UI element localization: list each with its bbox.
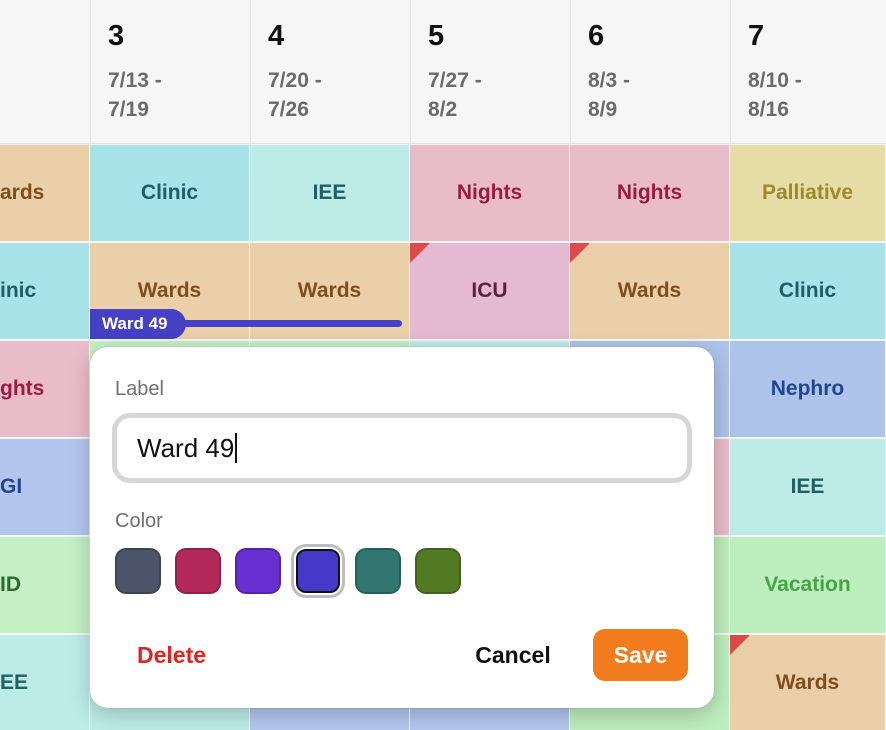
- week-column-header: 6 8/3 - 8/9: [570, 0, 730, 144]
- conflict-flag-icon: [410, 243, 430, 263]
- week-header-row: 3 7/13 - 7/19 4 7/20 - 7/26 5 7/27 - 8/2 6 8/3 …: [0, 0, 886, 144]
- span-bar[interactable]: [180, 320, 402, 327]
- schedule-cell[interactable]: Vacation: [730, 537, 886, 634]
- week-number: 4: [268, 20, 285, 52]
- cell-label: Wards: [775, 671, 840, 694]
- schedule-cell[interactable]: ICU: [410, 243, 570, 340]
- schedule-cell[interactable]: IEE: [730, 439, 886, 536]
- swatch-fill: [296, 549, 340, 593]
- cell-label: EE: [0, 671, 29, 694]
- color-swatch-selected[interactable]: [291, 544, 345, 598]
- conflict-flag-icon: [570, 243, 590, 263]
- cell-label: Palliative: [761, 181, 854, 204]
- week-column-header: 5 7/27 - 8/2: [410, 0, 570, 144]
- week-number: 7: [748, 20, 765, 52]
- conflict-flag-icon: [730, 635, 750, 655]
- schedule-cell[interactable]: IEE: [250, 145, 410, 242]
- cell-label: ghts: [0, 377, 45, 400]
- week-date-range: 7/13 - 7/19: [108, 69, 162, 121]
- schedule-cell[interactable]: GI: [0, 439, 90, 536]
- cell-label: Wards: [297, 279, 362, 302]
- cell-label: Nights: [456, 181, 523, 204]
- week-number: 5: [428, 20, 445, 52]
- color-field-title: Color: [115, 510, 163, 532]
- cell-label: inic: [0, 279, 37, 302]
- schedule-cell[interactable]: Palliative: [730, 145, 886, 242]
- save-button[interactable]: Save: [593, 629, 688, 681]
- week-date-range: 8/10 - 8/16: [748, 69, 802, 121]
- week-column-header: 4 7/20 - 7/26: [250, 0, 410, 144]
- week-date-range: 8/3 - 8/9: [588, 69, 631, 121]
- cell-label: IEE: [790, 475, 825, 498]
- cancel-button[interactable]: Cancel: [463, 629, 563, 681]
- label-field-title: Label: [115, 378, 164, 400]
- color-swatch[interactable]: [115, 548, 161, 594]
- color-swatch[interactable]: [415, 548, 461, 594]
- color-swatch[interactable]: [235, 548, 281, 594]
- span-label[interactable]: Ward 49: [90, 309, 186, 339]
- schedule-cell[interactable]: Wards: [570, 243, 730, 340]
- schedule-cell[interactable]: ghts: [0, 341, 90, 438]
- color-swatch[interactable]: [175, 548, 221, 594]
- cell-label: ICU: [471, 279, 508, 302]
- schedule-cell[interactable]: ID: [0, 537, 90, 634]
- cell-label: IEE: [312, 181, 347, 204]
- cell-label: GI: [0, 475, 23, 498]
- cell-label: Nights: [616, 181, 683, 204]
- cell-label: Clinic: [778, 279, 837, 302]
- week-column-header: 3 7/13 - 7/19: [90, 0, 250, 144]
- cell-label: Clinic: [140, 181, 199, 204]
- label-input[interactable]: Ward 49: [112, 413, 692, 483]
- cell-label: Wards: [137, 279, 202, 302]
- edit-span-popover: Label Ward 49 Color Delete Cancel Save: [90, 347, 714, 708]
- week-date-range: 7/20 - 7/26: [268, 69, 322, 121]
- color-swatch[interactable]: [355, 548, 401, 594]
- schedule-cell[interactable]: EE: [0, 635, 90, 730]
- week-column-header: 7 8/10 - 8/16: [730, 0, 886, 144]
- cell-label: Vacation: [764, 573, 851, 596]
- schedule-cell[interactable]: Wards: [730, 635, 886, 730]
- schedule-cell[interactable]: Clinic: [90, 145, 250, 242]
- schedule-cell[interactable]: inic: [0, 243, 90, 340]
- cell-label: Wards: [617, 279, 682, 302]
- schedule-cell[interactable]: Clinic: [730, 243, 886, 340]
- schedule-cell[interactable]: ards: [0, 145, 90, 242]
- week-number: 6: [588, 20, 605, 52]
- label-input-value: Ward 49: [137, 432, 235, 463]
- week-number: 3: [108, 20, 125, 52]
- cell-label: Nephro: [770, 377, 845, 400]
- text-caret: [235, 433, 238, 463]
- cell-label: ards: [0, 181, 45, 204]
- cell-label: ID: [0, 573, 21, 596]
- delete-button[interactable]: Delete: [120, 629, 230, 681]
- schedule-cell[interactable]: Nights: [410, 145, 570, 242]
- schedule-cell[interactable]: Nephro: [730, 341, 886, 438]
- schedule-cell[interactable]: Nights: [570, 145, 730, 242]
- week-date-range: 7/27 - 8/2: [428, 69, 482, 121]
